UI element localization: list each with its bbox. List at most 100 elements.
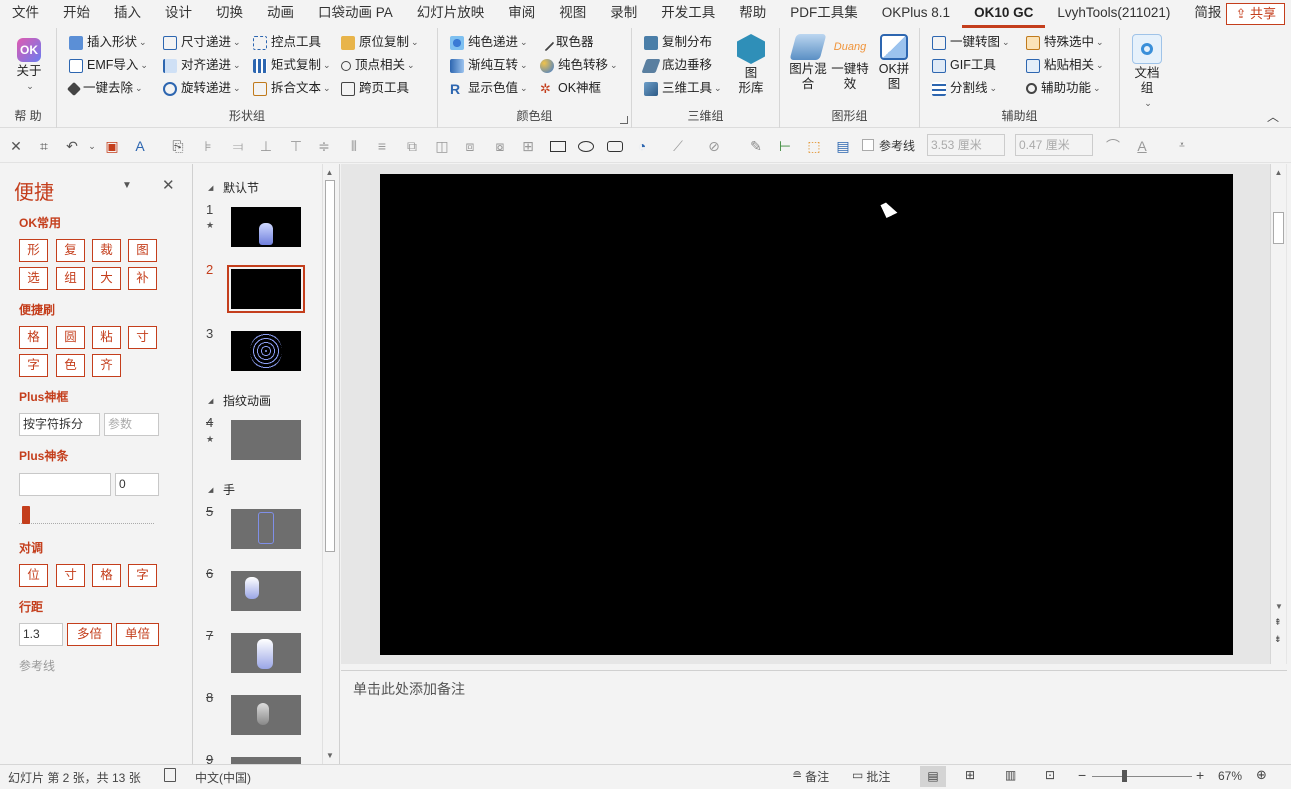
zoom-in-icon[interactable]: +: [1196, 767, 1204, 783]
section-fingerprint[interactable]: 指纹动画: [223, 392, 271, 409]
rectangle-icon[interactable]: [550, 138, 568, 154]
reading-view-icon[interactable]: ▥: [1005, 768, 1016, 782]
slide-thumbnail-5[interactable]: [231, 509, 301, 549]
screen-icon[interactable]: ▤: [835, 138, 851, 154]
ok-group-button[interactable]: 组: [56, 267, 85, 290]
ok-select-button[interactable]: 选: [19, 267, 48, 290]
tab-file[interactable]: 文件: [0, 0, 51, 28]
section-default[interactable]: 默认节: [223, 179, 259, 196]
scroll-up-icon[interactable]: ▲: [323, 168, 336, 177]
swap-position-button[interactable]: 位: [19, 564, 48, 587]
export-icon[interactable]: ⎘: [170, 138, 186, 154]
doc-group-button[interactable]: 文档 组 ⌄: [1130, 34, 1164, 111]
tab-okplus[interactable]: OKPlus 8.1: [870, 0, 962, 28]
customize-toolbar-icon[interactable]: ⩡: [1174, 138, 1190, 154]
rotate-step-button[interactable]: 旋转递进 ⌄: [163, 78, 241, 99]
shapes-icon[interactable]: ◔: [634, 138, 650, 154]
insert-shape-button[interactable]: 插入形状 ⌄: [69, 32, 147, 53]
tab-lvyhtools[interactable]: LvyhTools(211021): [1045, 0, 1182, 28]
ok-collage-button[interactable]: OK拼 图: [874, 34, 914, 92]
union-icon[interactable]: ◫: [434, 138, 450, 154]
special-select-button[interactable]: 特殊选中 ⌄: [1026, 32, 1104, 53]
ruler-icon[interactable]: ⊢: [777, 138, 793, 154]
aux-function-button[interactable]: 辅助功能 ⌄: [1026, 78, 1101, 99]
zoom-slider[interactable]: [1092, 776, 1192, 777]
one-click-effect-button[interactable]: Duang 一键特 效: [830, 34, 870, 92]
multiple-spacing-button[interactable]: 多倍: [67, 623, 112, 646]
solid-transfer-button[interactable]: 纯色转移 ⌄: [540, 55, 618, 76]
normal-view-button[interactable]: ▤: [920, 766, 946, 787]
section-collapse-icon[interactable]: ◢: [208, 397, 213, 405]
slide-thumbnail-4[interactable]: [231, 420, 301, 460]
single-spacing-button[interactable]: 单倍: [116, 623, 159, 646]
scroll-thumb[interactable]: [1273, 212, 1284, 244]
scroll-up-icon[interactable]: ▲: [1271, 168, 1286, 177]
align-bottom-icon[interactable]: ⊥: [258, 138, 274, 154]
zoom-out-icon[interactable]: −: [1078, 767, 1086, 783]
chevron-down-icon[interactable]: ⌄: [84, 138, 100, 154]
tab-transitions[interactable]: 切换: [204, 0, 255, 28]
ok-large-button[interactable]: 大: [92, 267, 121, 290]
combine-icon[interactable]: ⧈: [462, 138, 478, 154]
slide-thumbnail-3[interactable]: [231, 331, 301, 371]
divider-line-button[interactable]: 分割线 ⌄: [932, 78, 997, 99]
group-icon[interactable]: ⧉: [404, 138, 420, 154]
scroll-down-icon[interactable]: ▼: [326, 751, 334, 760]
ellipse-icon[interactable]: [578, 138, 596, 154]
collapse-ribbon-icon[interactable]: ︿: [1267, 108, 1279, 125]
in-place-copy-button[interactable]: 原位复制 ⌄: [341, 32, 419, 53]
textbox-icon[interactable]: A: [132, 138, 148, 154]
paste-related-button[interactable]: 粘贴相关 ⌄: [1026, 55, 1104, 76]
one-click-remove-button[interactable]: 一键去除 ⌄: [66, 78, 143, 99]
next-slide-icon[interactable]: ⇟: [1274, 634, 1282, 645]
section-hand[interactable]: 手: [223, 481, 235, 498]
brush-align-button[interactable]: 齐: [92, 354, 121, 377]
cross-page-button[interactable]: 跨页工具: [341, 78, 409, 99]
ok-image-button[interactable]: 图: [128, 239, 157, 262]
brush-text-button[interactable]: 字: [19, 354, 48, 377]
tab-pocket-animation[interactable]: 口袋动画 PA: [306, 0, 405, 28]
gif-tool-button[interactable]: GIF工具: [932, 55, 996, 76]
align-left-icon[interactable]: ⊧: [200, 138, 216, 154]
distribute-v-icon[interactable]: ≡: [374, 138, 390, 154]
spellcheck-icon[interactable]: [164, 768, 176, 782]
tab-pdf-tools[interactable]: PDF工具集: [778, 0, 870, 28]
swap-format-button[interactable]: 格: [92, 564, 121, 587]
param-input[interactable]: 参数: [104, 413, 159, 436]
section-collapse-icon[interactable]: ◢: [208, 184, 213, 192]
line-spacing-input[interactable]: 1.3: [19, 623, 63, 646]
size-step-button[interactable]: 尺寸递进 ⌄: [163, 32, 241, 53]
swap-text-button[interactable]: 字: [128, 564, 157, 587]
split-mode-select[interactable]: 按字符拆分: [19, 413, 100, 436]
fragment-icon[interactable]: ⊞: [520, 138, 536, 154]
tab-animations[interactable]: 动画: [255, 0, 306, 28]
slider-thumb[interactable]: [22, 506, 30, 524]
gradient-swap-button[interactable]: 渐纯互转 ⌄: [450, 55, 528, 76]
slide-thumbnail-1[interactable]: [231, 207, 301, 247]
plus-bar-value[interactable]: 0: [115, 473, 159, 496]
bottom-shift-button[interactable]: 底边垂移: [641, 55, 712, 76]
show-color-value-button[interactable]: R 显示色值 ⌄: [450, 78, 528, 99]
tab-view[interactable]: 视图: [547, 0, 598, 28]
pane-dropdown-icon[interactable]: ▼: [122, 180, 132, 191]
swap-size-button[interactable]: 寸: [56, 564, 85, 587]
slide-thumbnail-9[interactable]: [231, 757, 301, 764]
image-blend-button[interactable]: 图片混 合: [788, 34, 828, 92]
scroll-thumb[interactable]: [325, 180, 335, 552]
handle-tool-button[interactable]: 控点工具: [253, 32, 321, 53]
dialog-launcher-icon[interactable]: [620, 116, 628, 124]
slide-thumbnail-2[interactable]: [227, 265, 305, 313]
font-color-icon[interactable]: A: [1134, 138, 1150, 154]
save-icon[interactable]: ▣: [104, 138, 120, 154]
solid-step-button[interactable]: 纯色递进 ⌄: [450, 32, 528, 53]
tab-insert[interactable]: 插入: [102, 0, 153, 28]
editor-scrollbar[interactable]: ▲ ▼ ⇞ ⇟: [1270, 164, 1286, 664]
align-right-icon[interactable]: ⫤: [230, 138, 246, 154]
comments-toggle-button[interactable]: ▭ 批注: [852, 768, 890, 785]
ok-fill-button[interactable]: 补: [128, 267, 157, 290]
zoom-slider-thumb[interactable]: [1122, 770, 1127, 782]
distribute-h-icon[interactable]: ⫴: [346, 138, 362, 154]
tab-developer[interactable]: 开发工具: [649, 0, 727, 28]
slide-thumbnail-8[interactable]: [231, 695, 301, 735]
brush-round-button[interactable]: 圆: [56, 326, 85, 349]
